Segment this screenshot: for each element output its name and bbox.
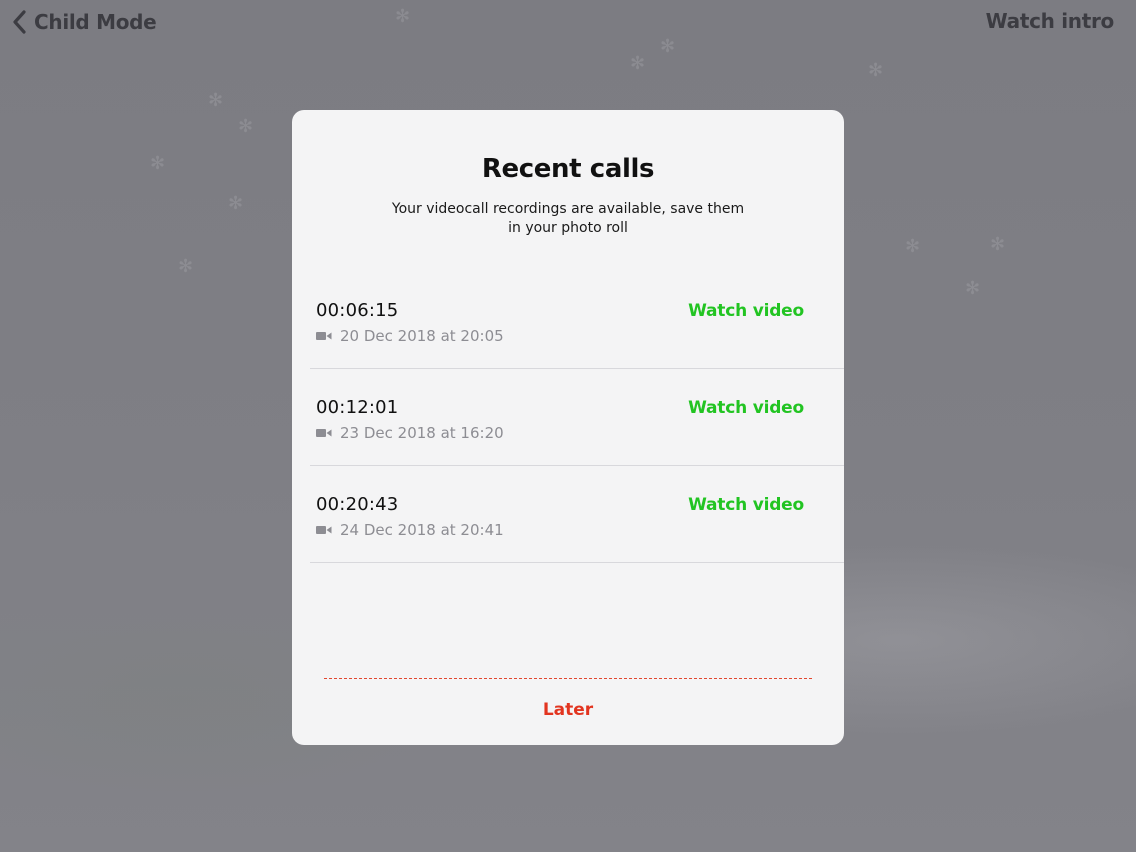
snowflake-icon: ✻ bbox=[990, 234, 1006, 255]
call-list-item[interactable]: 00:20:43 24 Dec 2018 at 20:41 Watch vide… bbox=[310, 466, 844, 563]
video-camera-icon bbox=[316, 526, 332, 534]
back-button[interactable]: Child Mode bbox=[10, 8, 157, 36]
call-meta: 24 Dec 2018 at 20:41 bbox=[316, 521, 504, 539]
video-camera-icon bbox=[316, 429, 332, 437]
dashed-divider bbox=[324, 678, 812, 679]
call-meta: 20 Dec 2018 at 20:05 bbox=[316, 327, 504, 345]
call-duration: 00:06:15 bbox=[316, 300, 399, 321]
call-date: 20 Dec 2018 at 20:05 bbox=[340, 327, 504, 345]
snowflake-icon: ✻ bbox=[178, 256, 194, 277]
call-list-item[interactable]: 00:06:15 20 Dec 2018 at 20:05 Watch vide… bbox=[310, 272, 844, 369]
snowflake-icon: ✻ bbox=[395, 6, 411, 27]
recent-calls-dialog: Recent calls Your videocall recordings a… bbox=[292, 110, 844, 745]
call-duration: 00:12:01 bbox=[316, 397, 399, 418]
call-date: 23 Dec 2018 at 16:20 bbox=[340, 424, 504, 442]
back-button-label: Child Mode bbox=[34, 10, 157, 34]
chevron-left-icon bbox=[13, 10, 26, 34]
call-date: 24 Dec 2018 at 20:41 bbox=[340, 521, 504, 539]
dialog-title: Recent calls bbox=[481, 154, 655, 184]
call-list-item[interactable]: 00:12:01 23 Dec 2018 at 16:20 Watch vide… bbox=[310, 369, 844, 466]
watch-video-button[interactable]: Watch video bbox=[688, 398, 804, 418]
dialog-subtitle: Your videocall recordings are available,… bbox=[391, 201, 745, 236]
call-duration: 00:20:43 bbox=[316, 494, 399, 515]
snowflake-icon: ✻ bbox=[965, 278, 981, 299]
snowflake-icon: ✻ bbox=[208, 90, 224, 111]
watch-intro-button[interactable]: Watch intro bbox=[986, 9, 1115, 33]
watch-video-button[interactable]: Watch video bbox=[688, 301, 804, 321]
snowflake-icon: ✻ bbox=[868, 60, 884, 81]
snowflake-icon: ✻ bbox=[630, 53, 646, 74]
video-camera-icon bbox=[316, 332, 332, 340]
watch-video-button[interactable]: Watch video bbox=[688, 495, 804, 515]
snowflake-icon: ✻ bbox=[660, 36, 676, 57]
snowflake-icon: ✻ bbox=[238, 116, 254, 137]
snowflake-icon: ✻ bbox=[905, 236, 921, 257]
snowflake-icon: ✻ bbox=[228, 193, 244, 214]
call-meta: 23 Dec 2018 at 16:20 bbox=[316, 424, 504, 442]
snowflake-icon: ✻ bbox=[150, 153, 166, 174]
later-button[interactable]: Later bbox=[292, 700, 844, 720]
call-list: 00:06:15 20 Dec 2018 at 20:05 Watch vide… bbox=[310, 272, 844, 563]
